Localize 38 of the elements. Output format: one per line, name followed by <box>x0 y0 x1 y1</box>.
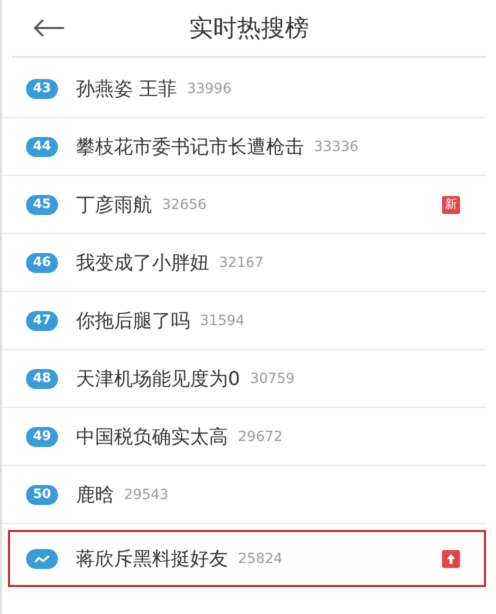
search-count: 32167 <box>219 254 264 270</box>
search-count: 25824 <box>238 550 283 566</box>
search-row[interactable]: 44 攀枝花市委书记市长遭枪击 33336 <box>2 118 486 176</box>
search-row[interactable]: 49 中国税负确实太高 29672 <box>2 408 486 466</box>
topic-text: 天津机场能见度为0 <box>76 366 240 392</box>
rank-badge: 46 <box>26 252 58 272</box>
topic-text: 丁彦雨航 <box>76 192 152 218</box>
new-tag: 新 <box>442 196 460 214</box>
search-count: 29672 <box>238 428 283 444</box>
search-count: 33336 <box>314 138 359 154</box>
highlighted-row[interactable]: 蒋欣斥黑料挺好友 25824 <box>8 530 486 587</box>
search-count: 33996 <box>187 80 232 96</box>
topic-text: 鹿晗 <box>76 482 114 508</box>
search-count: 29543 <box>124 486 169 502</box>
rank-badge: 50 <box>26 484 58 504</box>
search-row[interactable]: 50 鹿晗 29543 <box>2 466 486 524</box>
search-row[interactable]: 43 孙燕姿 王菲 33996 <box>2 60 486 118</box>
rank-badge: 45 <box>26 194 58 214</box>
rank-badge: 49 <box>26 426 58 446</box>
rank-badge: 44 <box>26 136 58 156</box>
search-count: 32656 <box>162 196 207 212</box>
search-row[interactable]: 46 我变成了小胖妞 32167 <box>2 234 486 292</box>
topic-text: 中国税负确实太高 <box>76 424 228 450</box>
rank-badge: 43 <box>26 78 58 98</box>
topic-text: 你拖后腿了吗 <box>76 308 190 334</box>
search-row[interactable]: 47 你拖后腿了吗 31594 <box>2 292 486 350</box>
rank-badge: 47 <box>26 310 58 330</box>
topic-text: 蒋欣斥黑料挺好友 <box>76 546 228 572</box>
trend-icon <box>26 548 58 568</box>
topic-text: 攀枝花市委书记市长遭枪击 <box>76 134 304 160</box>
search-count: 30759 <box>250 370 295 386</box>
search-count: 31594 <box>200 312 245 328</box>
rank-badge: 48 <box>26 368 58 388</box>
topic-text: 孙燕姿 王菲 <box>76 76 178 102</box>
search-row[interactable]: 45 丁彦雨航 32656 新 <box>2 176 486 234</box>
search-row[interactable]: 48 天津机场能见度为0 30759 <box>2 350 486 408</box>
topic-text: 我变成了小胖妞 <box>76 250 209 276</box>
page-title: 实时热搜榜 <box>188 13 310 44</box>
